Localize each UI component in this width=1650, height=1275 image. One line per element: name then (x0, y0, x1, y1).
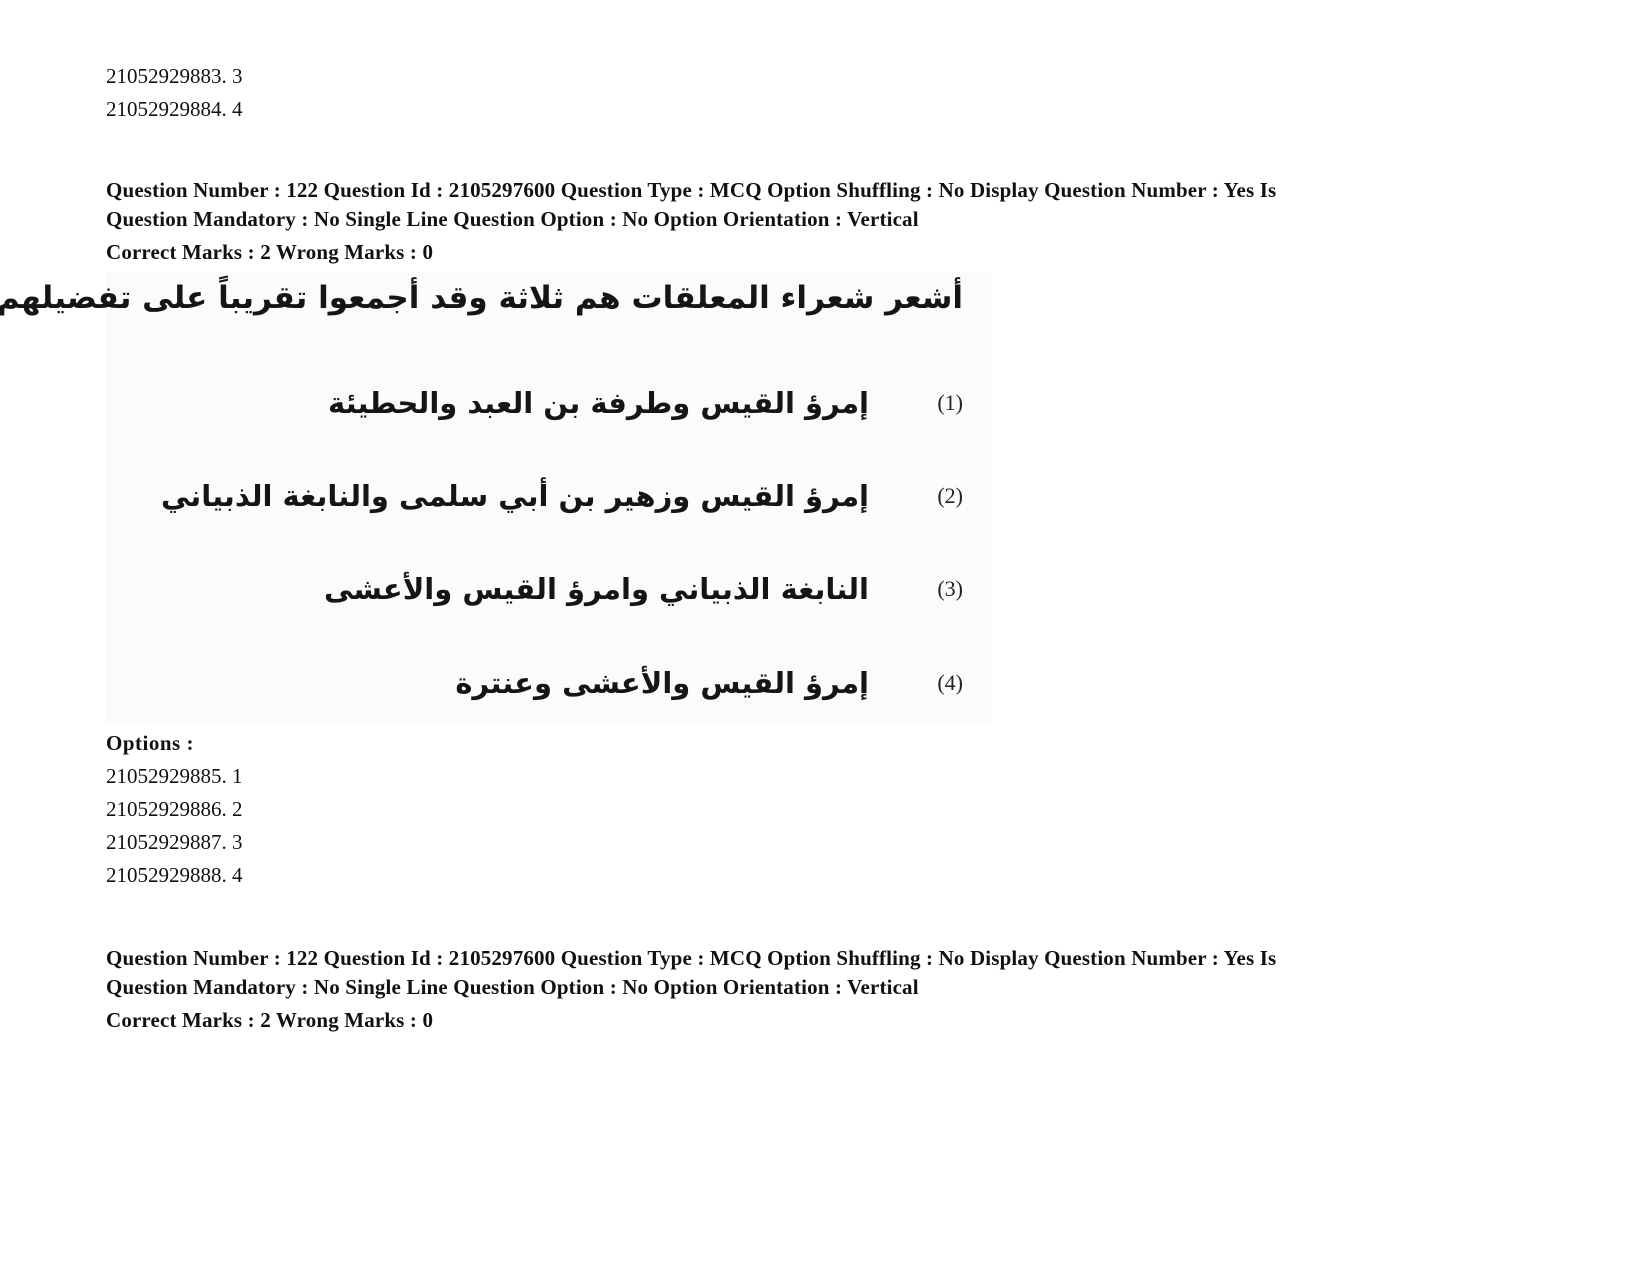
choice-number: (4) (937, 670, 963, 695)
options-block: Options : 21052929885. 1 21052929886. 2 … (106, 727, 243, 892)
choice-text: النابغة الذبياني وامرؤ القيس والأعشى (324, 572, 869, 606)
choice-text: إمرؤ القيس والأعشى وعنترة (455, 666, 869, 700)
marks-line: Correct Marks : 2 Wrong Marks : 0 (106, 240, 434, 264)
question-choice: (4) إمرؤ القيس والأعشى وعنترة (455, 658, 963, 708)
option-line: 21052929886. 2 (106, 797, 243, 821)
question-meta-line: Question Mandatory : No Single Line Ques… (106, 975, 919, 999)
options-label: Options : (106, 731, 194, 755)
marks-line: Correct Marks : 2 Wrong Marks : 0 (106, 1008, 434, 1032)
option-line: 21052929885. 1 (106, 764, 243, 788)
question-choice: (3) النابغة الذبياني وامرؤ القيس والأعشى (324, 564, 963, 614)
question-meta-line: Question Mandatory : No Single Line Ques… (106, 207, 919, 231)
question-meta-line: Question Number : 122 Question Id : 2105… (106, 946, 1277, 970)
choice-text: إمرؤ القيس وزهير بن أبي سلمى والنابغة ال… (160, 479, 869, 513)
question-choice: (1) إمرؤ القيس وطرفة بن العبد والحطيئة (328, 378, 963, 428)
question-meta-block: Question Number : 122 Question Id : 2105… (106, 944, 1526, 1035)
question-stem: أشعر شعراء المعلقات هم ثلاثة وقد أجمعوا … (0, 280, 963, 316)
choice-number: (2) (937, 483, 963, 508)
choice-number: (1) (937, 390, 963, 415)
option-line: 21052929888. 4 (106, 863, 243, 887)
option-line: 21052929884. 4 (106, 97, 243, 121)
previous-question-options: 21052929883. 3 21052929884. 4 (106, 60, 243, 126)
question-meta-line: Question Number : 122 Question Id : 2105… (106, 178, 1277, 202)
choice-text: إمرؤ القيس وطرفة بن العبد والحطيئة (328, 386, 869, 420)
question-meta-block: Question Number : 122 Question Id : 2105… (106, 176, 1526, 267)
question-choice: (2) إمرؤ القيس وزهير بن أبي سلمى والنابغ… (161, 471, 963, 521)
option-line: 21052929883. 3 (106, 64, 243, 88)
question-image: أشعر شعراء المعلقات هم ثلاثة وقد أجمعوا … (0, 272, 991, 722)
choice-number: (3) (937, 576, 963, 601)
option-line: 21052929887. 3 (106, 830, 243, 854)
